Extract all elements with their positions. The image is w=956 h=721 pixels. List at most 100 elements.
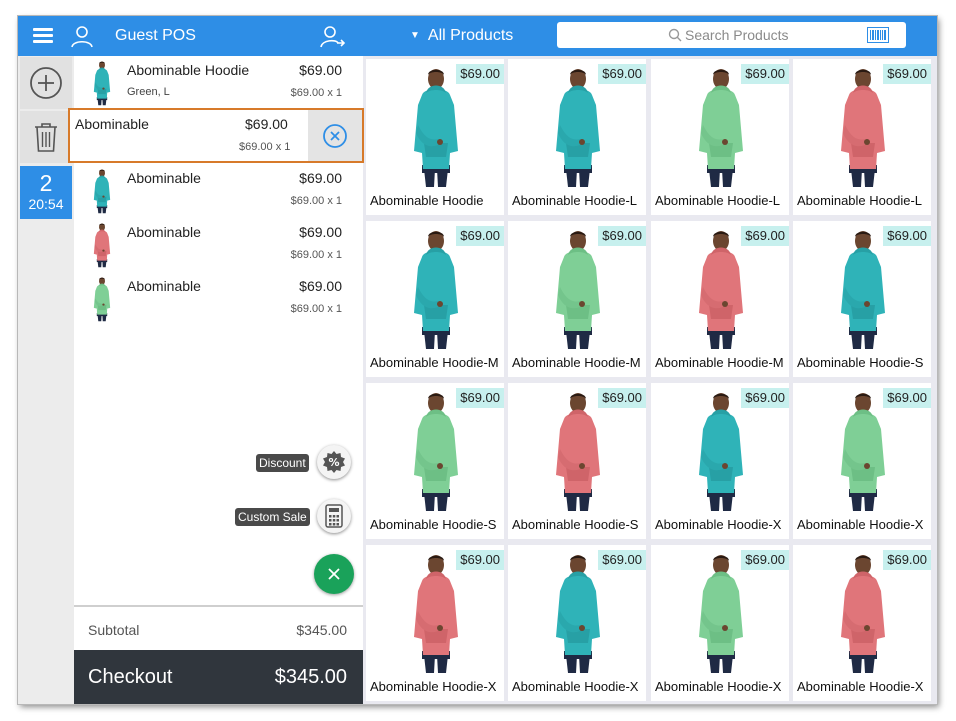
customer-title[interactable]: Guest POS <box>115 27 196 45</box>
hoodie-thumbnail <box>89 222 115 268</box>
close-fab-button[interactable] <box>314 554 354 594</box>
cart-item-qty: $69.00 x 1 <box>290 195 342 207</box>
product-price-badge: $69.00 <box>883 388 931 408</box>
product-name: Abominable Hoodie-S <box>370 517 497 532</box>
remove-circle-x-icon <box>323 123 347 148</box>
product-name: Abominable Hoodie-L <box>512 193 638 208</box>
product-card[interactable]: $69.00 Abominable Hoodie-M <box>366 221 504 377</box>
search-box[interactable] <box>557 22 906 48</box>
product-card[interactable]: $69.00 Abominable Hoodie-X <box>508 545 646 701</box>
caret-down-icon: ▼ <box>410 30 420 41</box>
cart-item-qty: $69.00 x 1 <box>290 87 342 99</box>
remove-item-button[interactable] <box>308 110 362 161</box>
cart-item-qty: $69.00 x 1 <box>290 249 342 261</box>
plus-circle-icon <box>30 67 62 99</box>
product-card[interactable]: $69.00 Abominable Hoodie-S <box>793 221 931 377</box>
product-price-badge: $69.00 <box>883 550 931 570</box>
cart-item-price: $69.00 <box>299 62 342 78</box>
checkout-label: Checkout <box>88 666 173 688</box>
product-name: Abominable Hoodie-L <box>797 193 923 208</box>
category-dropdown[interactable]: ▼ All Products <box>410 27 513 45</box>
product-card[interactable]: $69.00 Abominable Hoodie-X <box>366 545 504 701</box>
product-name: Abominable Hoodie-X <box>512 679 639 694</box>
product-name: Abominable Hoodie-X <box>797 679 924 694</box>
product-card[interactable]: $69.00 Abominable Hoodie-X <box>793 545 931 701</box>
pos-window: Guest POS ▼ All Products Search Products… <box>18 16 937 704</box>
product-card[interactable]: $69.00 Abominable Hoodie-X <box>793 383 931 539</box>
hoodie-thumbnail <box>89 60 115 106</box>
product-name: Abominable Hoodie-S <box>512 517 639 532</box>
product-price-badge: $69.00 <box>741 64 789 84</box>
calculator-icon <box>325 504 343 528</box>
cart-item-qty: $69.00 x 1 <box>239 141 291 153</box>
product-card[interactable]: $69.00 Abominable Hoodie-L <box>508 59 646 215</box>
cart-session-tab[interactable]: 2 20:54 <box>20 166 72 219</box>
product-name: Abominable Hoodie-X <box>797 517 924 532</box>
product-card[interactable]: $69.00 Abominable Hoodie-S <box>508 383 646 539</box>
product-price-badge: $69.00 <box>456 64 504 84</box>
left-rail: 2 20:54 <box>18 56 74 704</box>
cart-item-name: Abominable <box>75 116 149 132</box>
product-price-badge: $69.00 <box>456 388 504 408</box>
product-name: Abominable Hoodie-X <box>655 679 782 694</box>
discount-button[interactable]: % <box>317 445 351 479</box>
subtotal-label: Subtotal <box>88 622 140 638</box>
product-price-badge: $69.00 <box>883 64 931 84</box>
hamburger-menu-icon[interactable] <box>33 28 53 44</box>
custom-sale-label: Custom Sale <box>235 508 310 526</box>
product-price-badge: $69.00 <box>598 64 646 84</box>
product-card[interactable]: $69.00 Abominable Hoodie <box>366 59 504 215</box>
cart-item-selected[interactable]: Abominable $69.00 $69.00 x 1 <box>68 108 364 163</box>
cart-item[interactable]: Abominable $69.00 $69.00 x 1 <box>74 218 363 272</box>
discount-label: Discount <box>256 454 309 472</box>
cart-item-name: Abominable <box>127 170 201 186</box>
barcode-scan-icon[interactable] <box>867 27 889 43</box>
cart-item[interactable]: Abominable $69.00 $69.00 x 1 <box>74 272 363 326</box>
divider <box>74 605 363 607</box>
add-cart-button[interactable] <box>20 57 72 109</box>
subtotal-value: $345.00 <box>296 622 347 638</box>
cart-item[interactable]: Abominable $69.00 $69.00 x 1 <box>74 164 363 218</box>
cart-item-name: Abominable <box>127 278 201 294</box>
product-card[interactable]: $69.00 Abominable Hoodie-S <box>366 383 504 539</box>
search-input[interactable] <box>685 25 865 45</box>
cart-item[interactable]: Abominable Hoodie Green, L $69.00 $69.00… <box>74 56 363 110</box>
product-card[interactable]: $69.00 Abominable Hoodie-L <box>651 59 789 215</box>
checkout-button[interactable]: Checkout $345.00 <box>74 650 363 704</box>
user-icon[interactable] <box>70 24 94 48</box>
product-card[interactable]: $69.00 Abominable Hoodie-M <box>508 221 646 377</box>
product-grid: $69.00 Abominable Hoodie $69.00 Abominable … <box>363 56 937 704</box>
product-price-badge: $69.00 <box>741 388 789 408</box>
product-price-badge: $69.00 <box>741 550 789 570</box>
product-price-badge: $69.00 <box>741 226 789 246</box>
product-price-badge: $69.00 <box>456 226 504 246</box>
session-count: 2 <box>39 170 53 196</box>
product-card[interactable]: $69.00 Abominable Hoodie-L <box>793 59 931 215</box>
cart-item-price: $69.00 <box>245 116 288 132</box>
cart-item-name: Abominable Hoodie <box>127 62 250 78</box>
session-time: 20:54 <box>28 196 64 212</box>
top-bar: Guest POS ▼ All Products <box>18 16 937 56</box>
product-price-badge: $69.00 <box>598 550 646 570</box>
category-label: All Products <box>427 27 514 44</box>
product-card[interactable]: $69.00 Abominable Hoodie-X <box>651 383 789 539</box>
switch-customer-icon[interactable] <box>320 24 346 48</box>
cart-item-variant: Green, L <box>127 86 170 98</box>
delete-cart-button[interactable] <box>20 111 72 163</box>
product-price-badge: $69.00 <box>598 226 646 246</box>
product-name: Abominable Hoodie <box>370 193 484 208</box>
product-name: Abominable Hoodie-X <box>655 517 782 532</box>
svg-text:%: % <box>328 456 339 469</box>
trash-icon <box>35 123 57 152</box>
cart-item-price: $69.00 <box>299 224 342 240</box>
checkout-total: $345.00 <box>274 666 347 688</box>
search-icon <box>668 28 682 42</box>
custom-sale-button[interactable] <box>317 499 351 533</box>
product-card[interactable]: $69.00 Abominable Hoodie-X <box>651 545 789 701</box>
product-name: Abominable Hoodie-M <box>512 355 641 370</box>
product-card[interactable]: $69.00 Abominable Hoodie-M <box>651 221 789 377</box>
close-icon <box>328 568 340 580</box>
product-price-badge: $69.00 <box>456 550 504 570</box>
product-price-badge: $69.00 <box>883 226 931 246</box>
product-name: Abominable Hoodie-S <box>797 355 924 370</box>
